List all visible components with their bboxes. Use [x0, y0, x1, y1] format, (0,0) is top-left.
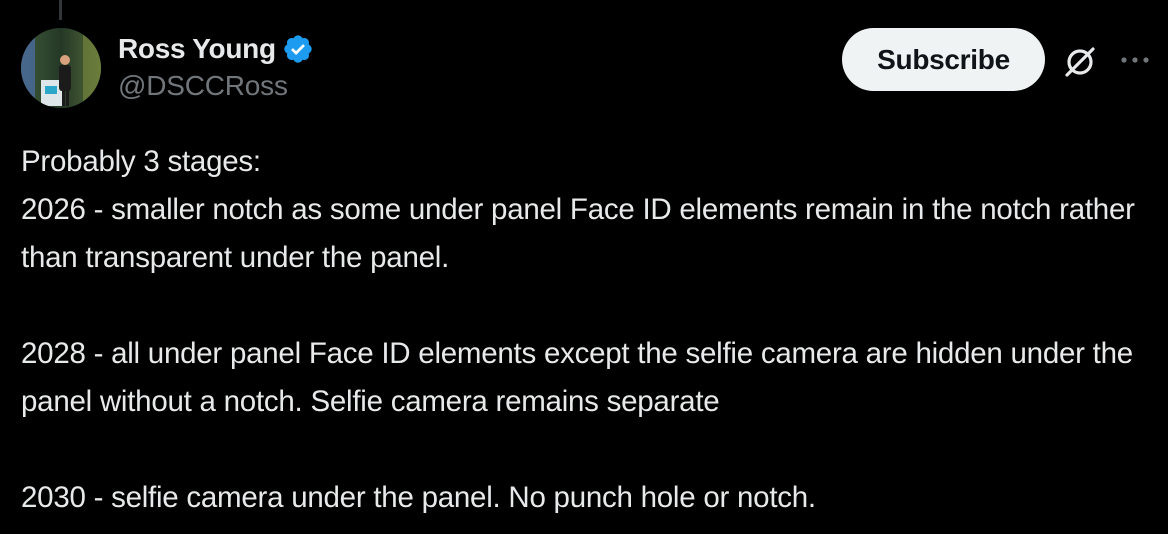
avatar[interactable]: [21, 28, 101, 108]
tweet-line-intro: Probably 3 stages:: [21, 145, 261, 178]
tweet-line-2028: 2028 - all under panel Face ID elements …: [21, 337, 1141, 418]
thread-connector-line: [59, 0, 62, 20]
avatar-photo: [21, 28, 101, 108]
author-display-name[interactable]: Ross Young: [118, 33, 276, 65]
author-info: Ross Young @DSCCRoss: [118, 30, 314, 102]
tweet-text: Probably 3 stages: 2026 - smaller notch …: [21, 138, 1161, 522]
author-handle[interactable]: @DSCCRoss: [118, 70, 314, 102]
verified-badge-icon[interactable]: [282, 33, 314, 65]
grok-icon[interactable]: [1062, 44, 1098, 80]
more-options-icon[interactable]: [1118, 48, 1154, 72]
tweet-line-2026: 2026 - smaller notch as some under panel…: [21, 193, 1143, 274]
name-row: Ross Young: [118, 30, 314, 68]
tweet-line-2030: 2030 - selfie camera under the panel. No…: [21, 481, 816, 514]
subscribe-button[interactable]: Subscribe: [842, 28, 1045, 91]
